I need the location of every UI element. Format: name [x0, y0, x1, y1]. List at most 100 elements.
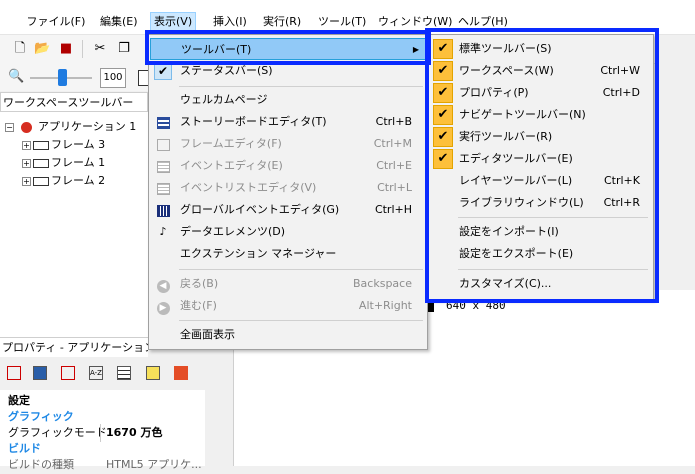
menu-item-label: グローバルイベントエディタ(G): [180, 203, 340, 216]
submenu-item-library-window[interactable]: ライブラリウィンドウ(L) Ctrl+R: [430, 192, 652, 214]
event-editor-icon: [155, 158, 171, 174]
tree-item-frame-1[interactable]: + フレーム 1: [22, 154, 105, 171]
tree-item-label: フレーム 3: [51, 138, 106, 151]
menu-separator: [458, 269, 648, 270]
tree-root-label: アプリケーション 1: [38, 120, 137, 133]
grid-icon[interactable]: [117, 366, 131, 380]
frame-size-label: 640 x 480: [446, 299, 506, 312]
menu-item-shortcut: Backspace: [353, 277, 412, 290]
submenu-item-editor-toolbar[interactable]: ✔ エディタツールバー(E): [430, 148, 652, 170]
menu-tools[interactable]: ツール(T): [315, 13, 369, 31]
menu-item-welcome[interactable]: ウェルカムページ: [150, 89, 426, 111]
submenu-item-properties[interactable]: ✔ プロパティ(P) Ctrl+D: [430, 82, 652, 104]
menu-item-shortcut: Ctrl+K: [603, 174, 640, 187]
menu-item-label: フレームエディタ(F): [180, 137, 282, 150]
tree-root-application[interactable]: − アプリケーション 1: [5, 118, 136, 135]
open-folder-icon[interactable]: 📂: [34, 41, 50, 57]
submenu-item-run-toolbar[interactable]: ✔ 実行ツールバー(R): [430, 126, 652, 148]
tree-item-label: フレーム 2: [51, 174, 106, 187]
submenu-arrow-icon: ▶: [412, 45, 419, 54]
menu-run[interactable]: 実行(R): [260, 13, 304, 31]
menu-item-statusbar[interactable]: ✔ ステータスバー(S): [150, 60, 426, 82]
toolbar-submenu: ✔ 標準ツールバー(S) ✔ ワークスペース(W) Ctrl+W ✔ プロパティ…: [428, 34, 654, 300]
properties-toolbar: A-Z: [0, 358, 200, 388]
menu-item-event-list-editor[interactable]: イベントリストエディタ(V) Ctrl+L: [150, 177, 426, 199]
cut-icon[interactable]: ✂: [92, 41, 108, 57]
properties-header: プロパティ - アプリケーション 1: [0, 337, 148, 357]
menu-item-label: ツールバー(T): [181, 43, 252, 56]
view-menu: ツールバー(T) ▶ ✔ ステータスバー(S) ウェルカムページ ストーリーボー…: [148, 34, 428, 350]
menu-item-shortcut: Ctrl+L: [377, 181, 412, 194]
collapse-icon[interactable]: −: [5, 122, 14, 132]
title-bar: [0, 0, 695, 8]
menu-item-extension-manager[interactable]: エクステンション マネージャー: [150, 243, 426, 265]
submenu-item-workspace[interactable]: ✔ ワークスペース(W) Ctrl+W: [430, 60, 652, 82]
submenu-item-export-settings[interactable]: 設定をエクスポート(E): [430, 243, 652, 265]
comment-icon[interactable]: [146, 366, 160, 380]
tree-item-frame-3[interactable]: + フレーム 3: [22, 136, 105, 153]
menu-item-data-elements[interactable]: ♪ データエレメンツ(D): [150, 221, 426, 243]
menu-separator: [179, 86, 423, 87]
runtime-icon[interactable]: [61, 366, 75, 380]
workspace-toolbar-header: ワークスペースツールバー: [0, 92, 148, 112]
tree-item-frame-2[interactable]: + フレーム 2: [22, 172, 105, 189]
property-row-build-type[interactable]: ビルドの種類 HTML5 アプリケ...: [0, 456, 205, 474]
menu-item-label: 設定をエクスポート(E): [459, 247, 574, 260]
menu-help[interactable]: ヘルプ(H): [455, 13, 511, 31]
copy-icon[interactable]: ❐: [116, 41, 132, 57]
zoom-slider-thumb[interactable]: [58, 69, 67, 86]
menu-item-label: プロパティ(P): [459, 86, 529, 99]
new-file-icon[interactable]: 🗋: [12, 41, 28, 57]
save-icon[interactable]: ■: [58, 41, 74, 57]
app-icon: [13, 15, 23, 25]
workspace-tree: − アプリケーション 1 + フレーム 3 + フレーム 1 + フレーム 2: [0, 112, 149, 337]
menu-separator: [458, 217, 648, 218]
menu-item-label: 全画面表示: [180, 328, 235, 341]
menu-item-label: ステータスバー(S): [180, 64, 273, 77]
menu-item-label: イベントエディタ(E): [180, 159, 283, 172]
html5-icon[interactable]: [174, 366, 188, 380]
menu-item-frame-editor[interactable]: フレームエディタ(F) Ctrl+M: [150, 133, 426, 155]
menu-item-global-event-editor[interactable]: グローバルイベントエディタ(G) Ctrl+H: [150, 199, 426, 221]
menu-item-shortcut: Alt+Right: [358, 299, 412, 312]
frame-editor-icon: [155, 136, 171, 152]
data-elements-icon: ♪: [159, 225, 167, 238]
expand-icon[interactable]: +: [22, 140, 31, 150]
submenu-item-customize[interactable]: カスタマイズ(C)...: [430, 273, 652, 295]
display-icon[interactable]: [33, 366, 47, 380]
menu-item-forward[interactable]: ▶ 進む(F) Alt+Right: [150, 295, 426, 317]
frame-icon: [33, 176, 49, 186]
submenu-item-standard-toolbar[interactable]: ✔ 標準ツールバー(S): [430, 38, 652, 60]
checkmark-icon: ✔: [433, 61, 453, 81]
property-grid: 設定 グラフィック グラフィックモード 1670 万色 ビルド ビルドの種類 H…: [0, 390, 205, 471]
menu-insert[interactable]: 挿入(I): [210, 13, 250, 31]
submenu-item-navigate-toolbar[interactable]: ✔ ナビゲートツールバー(N): [430, 104, 652, 126]
menu-item-fullscreen[interactable]: 全画面表示: [150, 324, 426, 346]
menu-item-event-editor[interactable]: イベントエディタ(E) Ctrl+E: [150, 155, 426, 177]
menu-item-label: 設定をインポート(I): [459, 225, 559, 238]
menu-item-label: 標準ツールバー(S): [459, 42, 552, 55]
zoom-value-field[interactable]: 100: [100, 68, 126, 88]
menu-edit[interactable]: 編集(E): [97, 13, 141, 31]
properties-icon[interactable]: [7, 366, 21, 380]
tree-item-label: フレーム 1: [51, 156, 106, 169]
menu-bar: ファイル(F) 編集(E) 表示(V) 挿入(I) 実行(R) ツール(T) ウ…: [0, 8, 695, 35]
menu-item-toolbar[interactable]: ツールバー(T) ▶: [150, 38, 426, 60]
menu-window[interactable]: ウィンドウ(W): [375, 13, 455, 31]
menu-item-label: レイヤーツールバー(L): [459, 174, 573, 187]
checkmark-icon: ✔: [433, 39, 453, 59]
menu-item-back[interactable]: ◀ 戻る(B) Backspace: [150, 273, 426, 295]
menu-file[interactable]: ファイル(F): [10, 13, 88, 31]
menu-item-shortcut: Ctrl+M: [373, 137, 412, 150]
menu-view[interactable]: 表示(V): [150, 12, 197, 32]
menu-item-storyboard[interactable]: ストーリーボードエディタ(T) Ctrl+B: [150, 111, 426, 133]
sort-az-icon[interactable]: A-Z: [89, 366, 103, 380]
submenu-item-layer-toolbar[interactable]: レイヤーツールバー(L) Ctrl+K: [430, 170, 652, 192]
expand-icon[interactable]: +: [22, 176, 31, 186]
zoom-icon[interactable]: 🔍: [8, 69, 24, 85]
submenu-item-import-settings[interactable]: 設定をインポート(I): [430, 221, 652, 243]
menu-item-label: 戻る(B): [180, 277, 219, 290]
forward-arrow-icon: ▶: [155, 298, 171, 315]
expand-icon[interactable]: +: [22, 158, 31, 168]
menu-item-label: ストーリーボードエディタ(T): [180, 115, 327, 128]
